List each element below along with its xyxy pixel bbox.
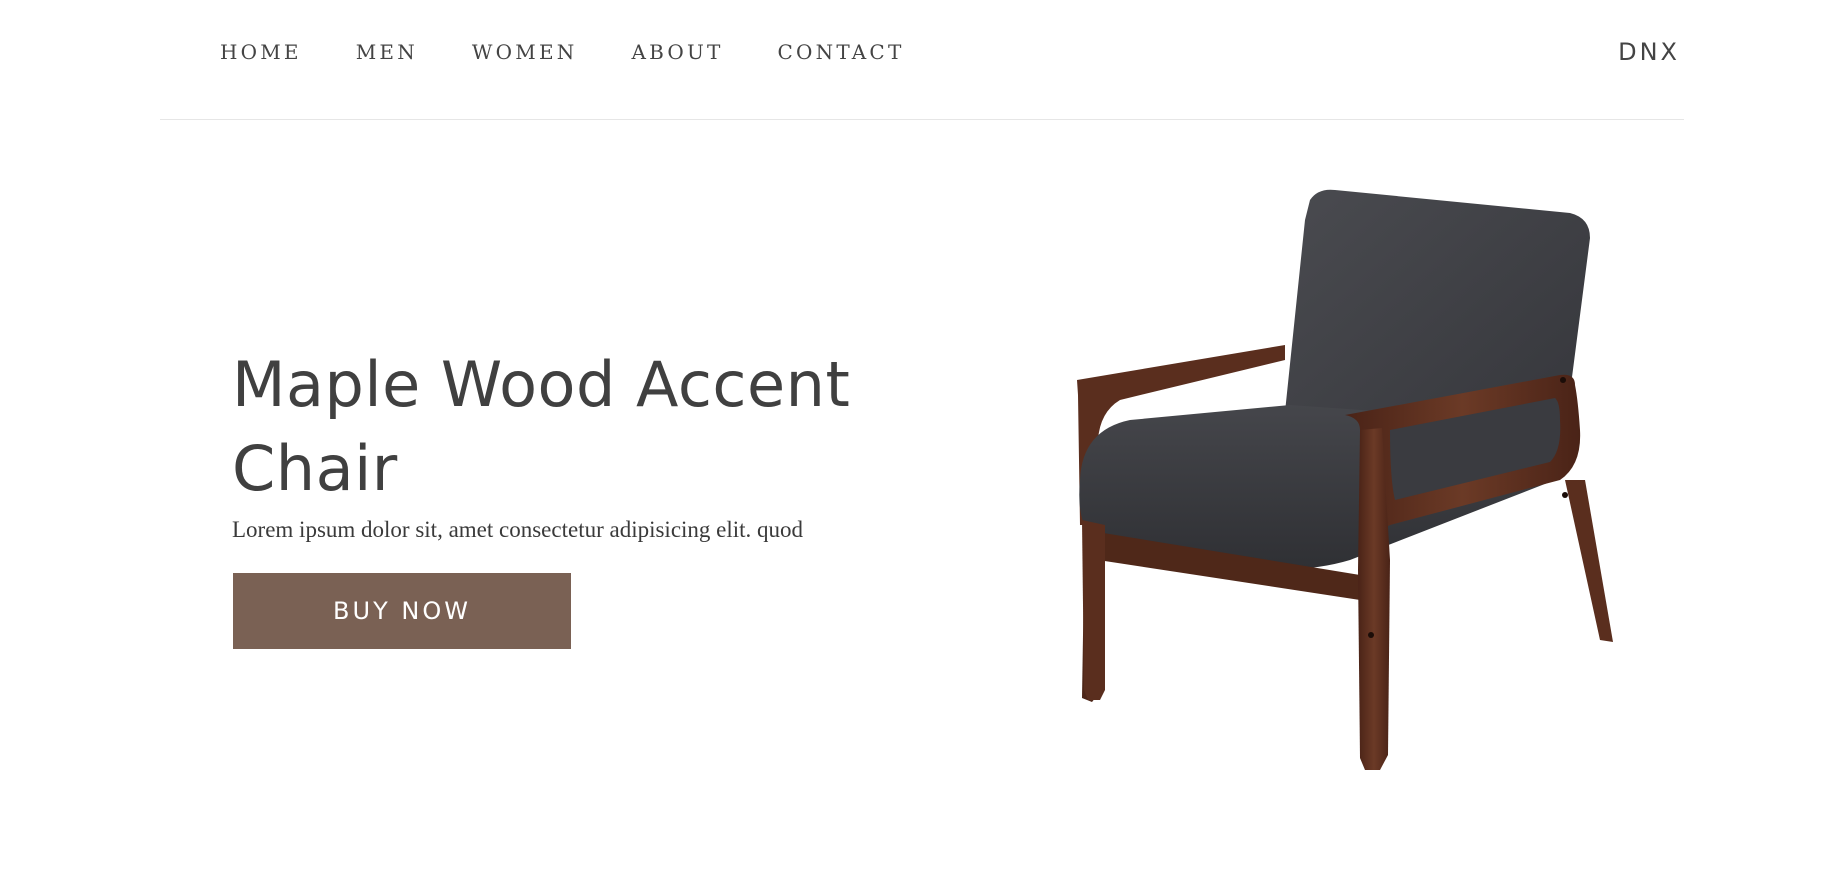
nav-link-home[interactable]: HOME: [220, 40, 302, 64]
nav-link-men[interactable]: MEN: [356, 40, 418, 64]
chair-image: [1077, 189, 1613, 770]
buy-now-button[interactable]: BUY NOW: [233, 573, 571, 649]
nav-link-women[interactable]: WOMEN: [472, 40, 578, 64]
product-title: Maple Wood Accent Chair: [232, 348, 851, 505]
nav-link-about[interactable]: ABOUT: [631, 40, 723, 64]
nav-links: HOME MEN WOMEN ABOUT CONTACT: [220, 40, 958, 64]
brand-logo[interactable]: DNX: [1618, 37, 1680, 67]
top-navbar: HOME MEN WOMEN ABOUT CONTACT DNX: [0, 0, 1843, 104]
product-description: Lorem ipsum dolor sit, amet consectetur …: [232, 517, 804, 542]
header-divider: [160, 119, 1684, 120]
nav-link-contact[interactable]: CONTACT: [778, 40, 905, 64]
